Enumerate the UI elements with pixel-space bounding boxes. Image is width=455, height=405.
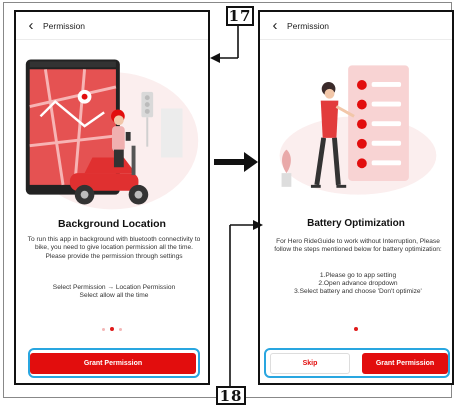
location-rider-illustration: [25, 59, 199, 210]
page-dot: [102, 327, 105, 331]
page-dot-active: [110, 327, 114, 331]
phone-screen-background-location: ‹ Permission Background Location To run …: [14, 10, 210, 385]
back-chevron-icon[interactable]: ‹: [268, 18, 282, 33]
description-text: For Hero RideGuide to work without Inter…: [274, 238, 442, 254]
highlight-buttons-right: [264, 348, 450, 378]
step-3: 3.Select battery and choose 'Don't optim…: [294, 288, 422, 295]
description-text: To run this app in background with bluet…: [27, 236, 201, 260]
header-title: Permission: [43, 20, 86, 31]
top-bar: ‹ Permission: [260, 12, 452, 40]
highlight-grant-permission-left: [28, 348, 200, 378]
page-indicator: [16, 326, 208, 332]
callout-label-17: 17: [226, 6, 254, 26]
page-dot-active: [354, 327, 358, 331]
screen-title: Background Location: [58, 218, 166, 230]
screen-title: Battery Optimization: [307, 218, 405, 229]
figure: ‹ Permission Background Location To run …: [0, 0, 455, 405]
page-indicator: [260, 326, 452, 332]
back-chevron-icon[interactable]: ‹: [24, 18, 38, 33]
checklist-person-illustration: [279, 65, 437, 195]
phone-screen-battery-optimization: ‹ Permission Battery Optimization For He…: [258, 10, 454, 385]
page-dot: [119, 327, 122, 331]
header-title: Permission: [287, 20, 330, 31]
callout-label-18: 18: [216, 386, 246, 405]
instruction-line-2: Select allow all the time: [79, 292, 149, 299]
top-bar: ‹ Permission: [16, 12, 208, 40]
